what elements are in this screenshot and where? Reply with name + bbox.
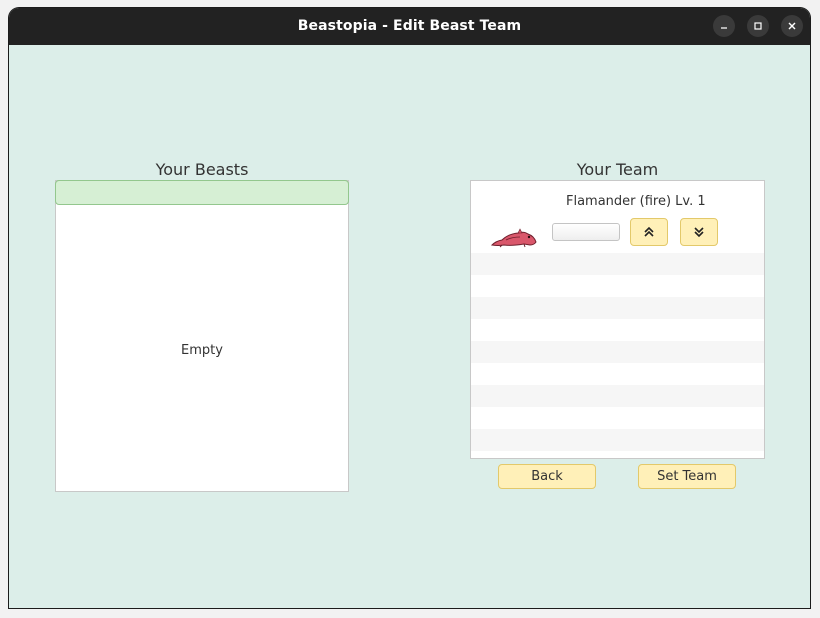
set-team-button[interactable]: Set Team <box>638 464 736 489</box>
team-list[interactable]: Flamander (fire) Lv. 1 <box>470 180 765 459</box>
beasts-list-selected-row[interactable] <box>55 180 349 205</box>
close-button[interactable] <box>781 15 803 37</box>
double-chevron-down-icon <box>694 227 704 238</box>
minimize-icon <box>721 27 727 29</box>
minimize-button[interactable] <box>713 15 735 37</box>
team-list-empty-row <box>471 297 764 319</box>
window-title: Beastopia - Edit Beast Team <box>297 18 522 34</box>
app-window: Beastopia - Edit Beast Team Your Beasts … <box>9 8 810 608</box>
beasts-empty-placeholder: Empty <box>181 343 223 358</box>
beasts-heading: Your Beasts <box>155 160 249 179</box>
team-member-field[interactable] <box>552 223 620 241</box>
close-icon <box>788 22 796 30</box>
team-member-label: Flamander (fire) Lv. 1 <box>566 194 706 209</box>
maximize-icon <box>754 22 762 30</box>
flamander-sprite-icon <box>490 226 540 252</box>
back-button[interactable]: Back <box>498 464 596 489</box>
double-chevron-up-icon <box>644 226 654 237</box>
team-list-empty-row <box>471 253 764 275</box>
title-bar[interactable]: Beastopia - Edit Beast Team <box>9 8 810 45</box>
team-list-empty-row <box>471 341 764 363</box>
beasts-list[interactable]: Empty <box>55 180 349 492</box>
move-down-button[interactable] <box>680 218 718 246</box>
move-up-button[interactable] <box>630 218 668 246</box>
team-list-empty-row <box>471 385 764 407</box>
window-content: Your Beasts Empty Your Team Flamander (f… <box>9 45 810 608</box>
team-heading: Your Team <box>576 160 659 179</box>
team-list-empty-row <box>471 429 764 451</box>
maximize-button[interactable] <box>747 15 769 37</box>
